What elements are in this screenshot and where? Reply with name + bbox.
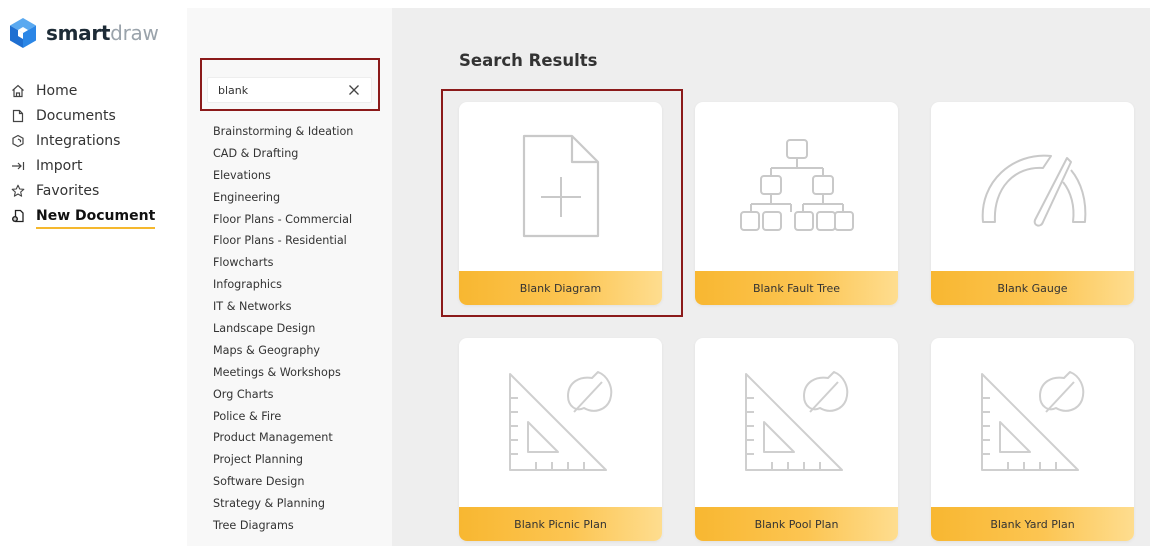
nav-label: Integrations	[36, 132, 121, 149]
category-item[interactable]: Project Planning	[213, 449, 353, 471]
smartdraw-logo-icon	[10, 18, 36, 48]
card-thumbnail	[695, 102, 898, 271]
card-thumbnail	[459, 338, 662, 507]
nav-item-new-document[interactable]: New Document	[10, 203, 156, 229]
document-icon	[10, 108, 26, 124]
template-card-blank-yard-plan[interactable]: Blank Yard Plan	[931, 338, 1134, 541]
fault-tree-icon	[739, 138, 854, 231]
landscape-plan-icon	[744, 370, 848, 471]
search-box	[207, 77, 372, 103]
nav-label: Favorites	[36, 182, 100, 199]
nav-label: Home	[36, 82, 78, 99]
smartdraw-logo[interactable]: smartdraw	[10, 18, 159, 48]
blank-document-icon	[522, 134, 599, 237]
category-panel: Brainstorming & Ideation CAD & Drafting …	[187, 8, 392, 546]
home-icon	[10, 83, 26, 99]
import-icon	[10, 158, 26, 174]
category-item[interactable]: Engineering	[213, 187, 353, 209]
nav-item-documents[interactable]: Documents	[10, 103, 155, 128]
template-card-blank-diagram[interactable]: Blank Diagram	[459, 102, 662, 305]
nav-label: Import	[36, 157, 83, 174]
category-item[interactable]: Floor Plans - Commercial	[213, 209, 353, 231]
category-item[interactable]: IT & Networks	[213, 296, 353, 318]
star-icon	[10, 183, 26, 199]
category-item[interactable]: Flowcharts	[213, 252, 353, 274]
card-thumbnail	[931, 102, 1134, 271]
card-label: Blank Diagram	[459, 271, 662, 305]
clear-search-button[interactable]	[343, 79, 365, 101]
logo-wordmark: smartdraw	[46, 21, 159, 45]
search-results-area: Search Results Blank Diagram Blank Fault…	[392, 8, 1150, 546]
landscape-plan-icon	[508, 370, 612, 471]
card-label: Blank Gauge	[931, 271, 1134, 305]
new-document-icon	[10, 208, 26, 224]
category-item[interactable]: Police & Fire	[213, 406, 353, 428]
template-card-blank-fault-tree[interactable]: Blank Fault Tree	[695, 102, 898, 305]
nav-item-home[interactable]: Home	[10, 78, 155, 103]
card-thumbnail	[695, 338, 898, 507]
search-input[interactable]	[208, 83, 343, 97]
category-item[interactable]: Landscape Design	[213, 318, 353, 340]
card-label: Blank Yard Plan	[931, 507, 1134, 541]
left-navigation: smartdraw Home Documents Integrations Im…	[0, 0, 187, 546]
category-item[interactable]: Infographics	[213, 274, 353, 296]
search-results-heading: Search Results	[459, 51, 598, 70]
template-card-blank-pool-plan[interactable]: Blank Pool Plan	[695, 338, 898, 541]
main-nav: Home Documents Integrations Import Favor…	[10, 78, 156, 229]
template-card-blank-gauge[interactable]: Blank Gauge	[931, 102, 1134, 305]
category-item[interactable]: Brainstorming & Ideation	[213, 121, 353, 143]
nav-label: New Document	[36, 207, 156, 229]
category-item[interactable]: Tree Diagrams	[213, 515, 353, 537]
nav-label: Documents	[36, 107, 116, 124]
category-item[interactable]: Floor Plans - Residential	[213, 230, 353, 252]
category-item[interactable]: Strategy & Planning	[213, 493, 353, 515]
category-item[interactable]: Elevations	[213, 165, 353, 187]
nav-item-import[interactable]: Import	[10, 153, 155, 178]
category-item[interactable]: CAD & Drafting	[213, 143, 353, 165]
card-label: Blank Picnic Plan	[459, 507, 662, 541]
category-item[interactable]: Software Design	[213, 471, 353, 493]
card-thumbnail	[459, 102, 662, 271]
category-item[interactable]: Org Charts	[213, 384, 353, 406]
category-item[interactable]: Maps & Geography	[213, 340, 353, 362]
category-item[interactable]: Product Management	[213, 427, 353, 449]
category-list: Brainstorming & Ideation CAD & Drafting …	[213, 121, 353, 537]
nav-item-favorites[interactable]: Favorites	[10, 178, 155, 203]
card-label: Blank Pool Plan	[695, 507, 898, 541]
card-label: Blank Fault Tree	[695, 271, 898, 305]
gauge-icon	[981, 154, 1086, 227]
template-card-blank-picnic-plan[interactable]: Blank Picnic Plan	[459, 338, 662, 541]
close-icon	[349, 85, 359, 95]
nav-item-integrations[interactable]: Integrations	[10, 128, 155, 153]
card-thumbnail	[931, 338, 1134, 507]
landscape-plan-icon	[980, 370, 1084, 471]
category-item[interactable]: Meetings & Workshops	[213, 362, 353, 384]
integrations-icon	[10, 133, 26, 149]
